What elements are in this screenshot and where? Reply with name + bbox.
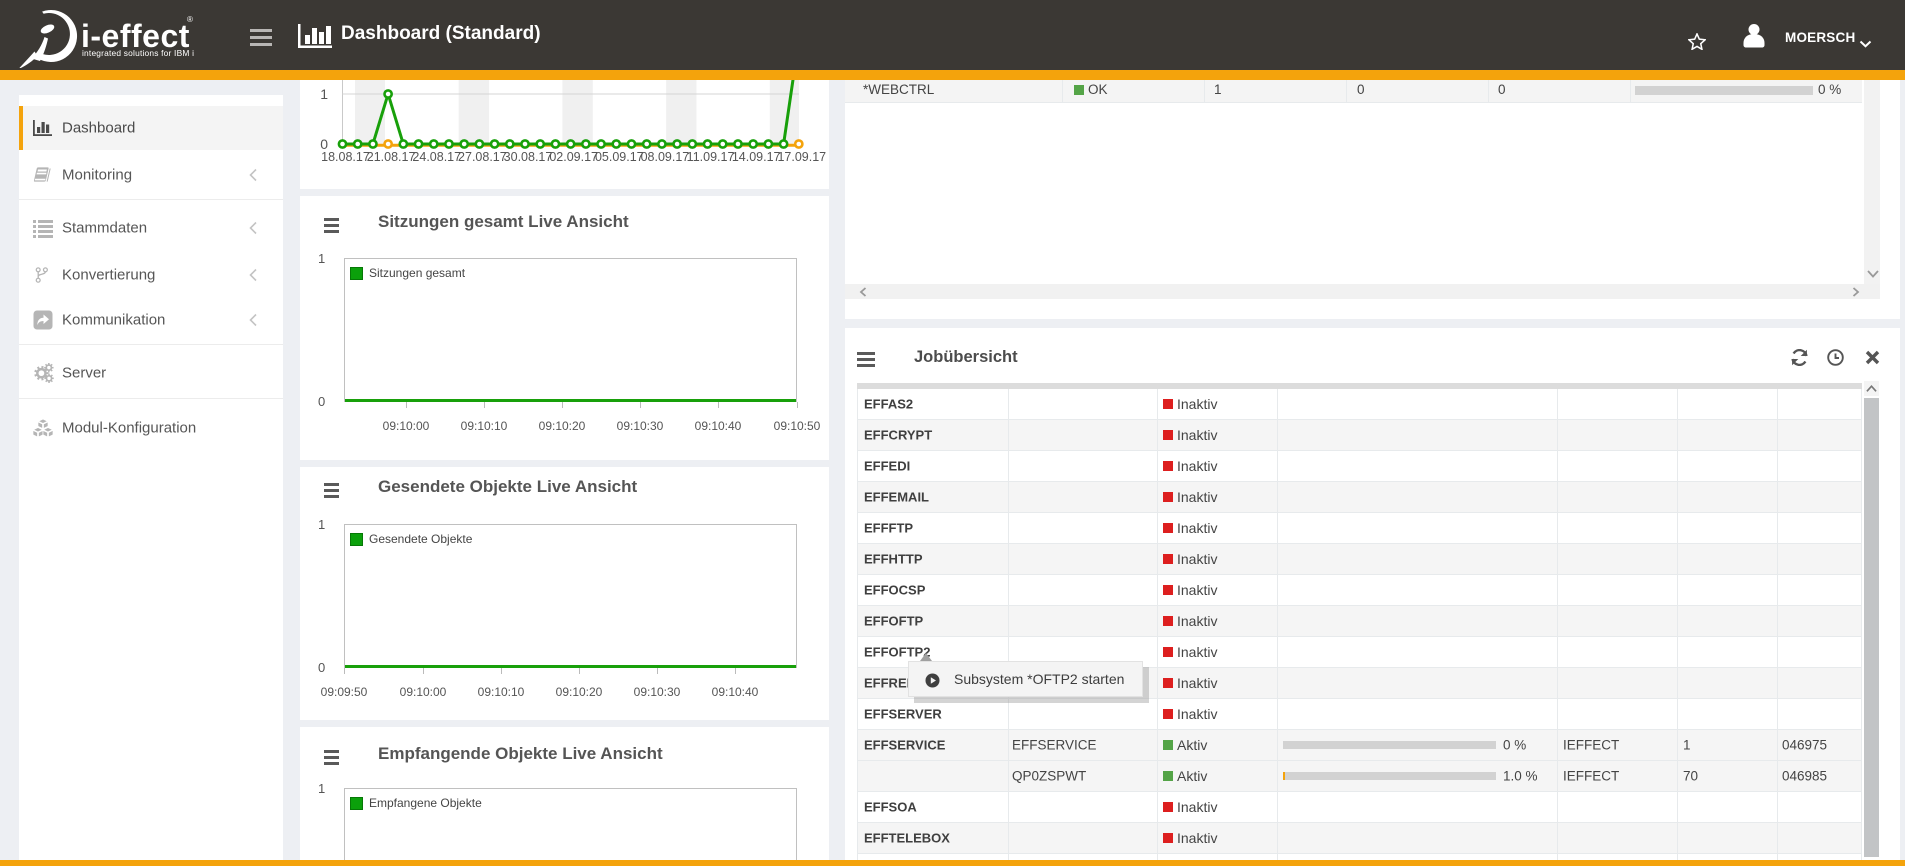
svg-text:1: 1 (320, 86, 328, 102)
svg-text:11.09.17: 11.09.17 (687, 150, 735, 164)
svg-text:27.08.17: 27.08.17 (458, 150, 507, 164)
svg-text:08.09.17: 08.09.17 (641, 150, 690, 164)
svg-text:05.09.17: 05.09.17 (595, 150, 644, 164)
svg-text:18.08.17: 18.08.17 (321, 150, 370, 164)
svg-text:integrated solutions for IBM i: integrated solutions for IBM i (82, 48, 194, 58)
svg-text:21.08.17: 21.08.17 (367, 150, 416, 164)
svg-text:17.09.17: 17.09.17 (777, 150, 826, 164)
svg-text:24.08.17: 24.08.17 (412, 150, 461, 164)
svg-text:30.08.17: 30.08.17 (504, 150, 553, 164)
svg-text:0: 0 (320, 136, 328, 152)
svg-text:02.09.17: 02.09.17 (549, 150, 598, 164)
svg-text:®: ® (187, 15, 193, 24)
svg-text:14.09.17: 14.09.17 (732, 150, 781, 164)
